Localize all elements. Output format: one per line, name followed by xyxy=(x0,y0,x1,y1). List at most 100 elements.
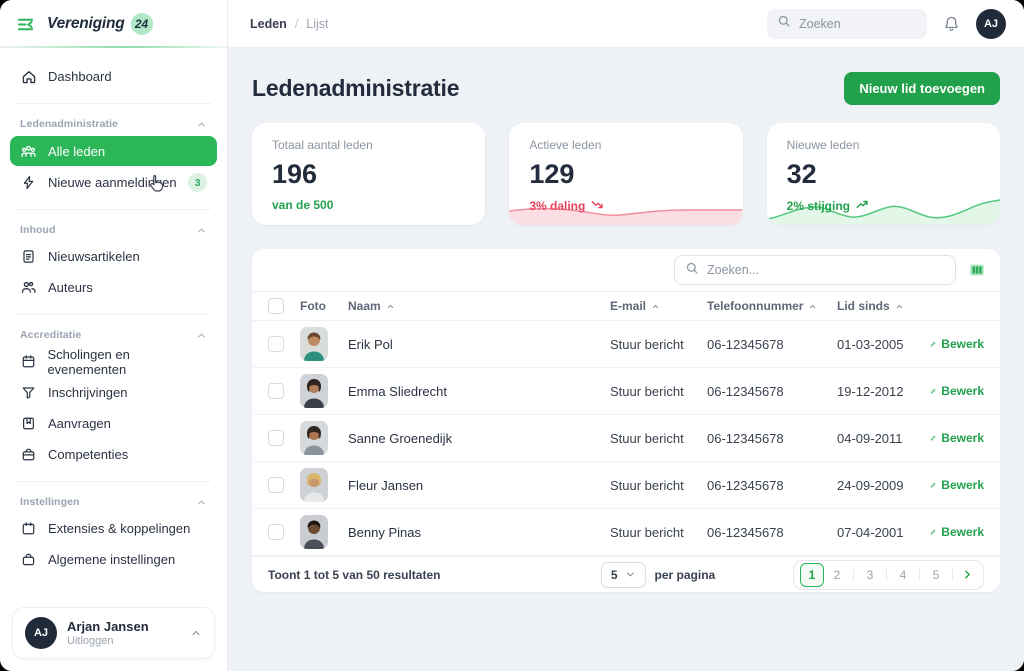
table-toolbar xyxy=(252,249,1000,291)
divider xyxy=(886,569,887,581)
sidebar-item-inschrijvingen[interactable]: Inschrijvingen xyxy=(10,378,217,407)
document-icon xyxy=(20,249,37,264)
sidebar-item-label: Nieuwe aanmeldingen xyxy=(48,175,177,190)
column-header-naam[interactable]: Naam xyxy=(348,299,610,313)
trend-down-icon xyxy=(591,198,604,214)
main-area: Leden / Lijst AJ Ledenadministratie Nieu… xyxy=(228,0,1024,671)
divider xyxy=(16,481,211,482)
add-member-button[interactable]: Nieuw lid toevoegen xyxy=(844,72,1000,105)
per-page-label: per pagina xyxy=(655,568,716,582)
edit-button[interactable]: Bewerk xyxy=(930,478,984,492)
next-page-icon[interactable] xyxy=(958,568,977,581)
row-checkbox[interactable] xyxy=(268,383,284,399)
chevron-up-icon[interactable] xyxy=(190,627,202,639)
sidebar-item-nieuwe-aanmeldingen[interactable]: Nieuwe aanmeldingen 3 xyxy=(10,168,217,197)
sort-asc-icon xyxy=(808,302,817,311)
row-checkbox[interactable] xyxy=(268,524,284,540)
member-photo xyxy=(300,421,328,455)
edit-button[interactable]: Bewerk xyxy=(930,431,984,445)
edit-button[interactable]: Bewerk xyxy=(930,337,984,351)
edit-button[interactable]: Bewerk xyxy=(930,525,984,539)
chevron-up-icon[interactable] xyxy=(196,330,207,341)
sidebar-item-algemene-instellingen[interactable]: Algemene instellingen xyxy=(10,545,217,574)
member-since: 01-03-2005 xyxy=(837,337,930,352)
row-checkbox[interactable] xyxy=(268,477,284,493)
table-row[interactable]: Sanne Groenedijk Stuur bericht 06-123456… xyxy=(252,415,1000,462)
brand-name: Vereniging xyxy=(47,15,125,33)
table-search-input[interactable] xyxy=(707,263,945,277)
content: Ledenadministratie Nieuw lid toevoegen T… xyxy=(228,48,1024,671)
send-message-link[interactable]: Stuur bericht xyxy=(610,384,707,399)
sidebar-item-aanvragen[interactable]: Aanvragen xyxy=(10,409,217,438)
calendar-icon xyxy=(20,354,36,369)
sidebar-item-dashboard[interactable]: Dashboard xyxy=(10,62,217,91)
member-since: 04-09-2011 xyxy=(837,431,930,446)
divider xyxy=(952,569,953,581)
member-since: 19-12-2012 xyxy=(837,384,930,399)
send-message-link[interactable]: Stuur bericht xyxy=(610,525,707,540)
page-button-3[interactable]: 3 xyxy=(859,564,881,586)
page-button-2[interactable]: 2 xyxy=(826,564,848,586)
column-header-lid-sinds[interactable]: Lid sinds xyxy=(837,299,930,313)
stat-label: Actieve leden xyxy=(529,138,722,152)
column-header-email[interactable]: E-mail xyxy=(610,299,707,313)
section-label: Accreditatie xyxy=(20,329,81,341)
breadcrumb-current: Lijst xyxy=(306,17,328,31)
send-message-link[interactable]: Stuur bericht xyxy=(610,337,707,352)
breadcrumb-parent[interactable]: Leden xyxy=(250,17,287,31)
table-row[interactable]: Fleur Jansen Stuur bericht 06-12345678 2… xyxy=(252,462,1000,509)
stat-card-total: Totaal aantal leden 196 van de 500 xyxy=(252,123,485,225)
app-window: Vereniging 2 4 Dashboard Ledenadministrat… xyxy=(0,0,1024,671)
columns-icon[interactable] xyxy=(968,261,986,279)
send-message-link[interactable]: Stuur bericht xyxy=(610,431,707,446)
notifications-bell-icon[interactable] xyxy=(943,15,960,32)
divider xyxy=(16,314,211,315)
sidebar-item-scholingen[interactable]: Scholingen en evenementen xyxy=(10,347,217,376)
edit-button[interactable]: Bewerk xyxy=(930,384,984,398)
chevron-up-icon[interactable] xyxy=(196,225,207,236)
page-button-5[interactable]: 5 xyxy=(925,564,947,586)
sidebar-item-auteurs[interactable]: Auteurs xyxy=(10,273,217,302)
row-checkbox[interactable] xyxy=(268,430,284,446)
member-phone: 06-12345678 xyxy=(707,337,837,352)
page-size-select[interactable]: 5 xyxy=(601,562,646,588)
topbar-avatar[interactable]: AJ xyxy=(976,9,1006,39)
page-button-4[interactable]: 4 xyxy=(892,564,914,586)
global-search[interactable] xyxy=(767,9,927,39)
chevron-up-icon[interactable] xyxy=(196,119,207,130)
collapse-sidebar-icon[interactable] xyxy=(16,15,35,34)
table-search[interactable] xyxy=(674,255,956,285)
sidebar-item-alle-leden[interactable]: Alle leden xyxy=(10,136,217,166)
breadcrumb-separator: / xyxy=(295,17,298,31)
sort-asc-icon xyxy=(386,302,395,311)
user-name: Arjan Jansen xyxy=(67,619,149,634)
chevron-down-icon xyxy=(625,569,636,580)
members-icon xyxy=(20,143,37,160)
row-checkbox[interactable] xyxy=(268,336,284,352)
column-header-foto: Foto xyxy=(300,299,348,313)
table-row[interactable]: Benny Pinas Stuur bericht 06-12345678 07… xyxy=(252,509,1000,556)
select-all-checkbox[interactable] xyxy=(268,298,284,314)
user-menu[interactable]: AJ Arjan Jansen Uitloggen xyxy=(12,607,215,659)
send-message-link[interactable]: Stuur bericht xyxy=(610,478,707,493)
home-icon xyxy=(20,69,37,85)
sort-asc-icon xyxy=(651,302,660,311)
sidebar-item-extensies[interactable]: Extensies & koppelingen xyxy=(10,514,217,543)
column-header-telefoonnummer[interactable]: Telefoonnummer xyxy=(707,299,837,313)
sidebar-item-label: Competenties xyxy=(48,447,128,462)
member-phone: 06-12345678 xyxy=(707,525,837,540)
page-button-1[interactable]: 1 xyxy=(800,563,824,587)
sidebar-nav: Dashboard Ledenadministratie Alle leden … xyxy=(0,48,227,607)
table-row[interactable]: Erik Pol Stuur bericht 06-12345678 01-03… xyxy=(252,321,1000,368)
members-table: Foto Naam E-mail Telefoonnummer Lid sind… xyxy=(252,249,1000,592)
stat-value: 129 xyxy=(529,159,722,190)
table-row[interactable]: Emma Sliedrecht Stuur bericht 06-1234567… xyxy=(252,368,1000,415)
member-phone: 06-12345678 xyxy=(707,431,837,446)
divider xyxy=(16,103,211,104)
sidebar-item-nieuwsartikelen[interactable]: Nieuwsartikelen xyxy=(10,242,217,271)
sidebar-item-competenties[interactable]: Competenties xyxy=(10,440,217,469)
global-search-input[interactable] xyxy=(799,17,917,31)
sidebar: Vereniging 24 Dashboard Ledenadministrat… xyxy=(0,0,228,671)
chevron-up-icon[interactable] xyxy=(196,497,207,508)
logout-link[interactable]: Uitloggen xyxy=(67,635,149,647)
